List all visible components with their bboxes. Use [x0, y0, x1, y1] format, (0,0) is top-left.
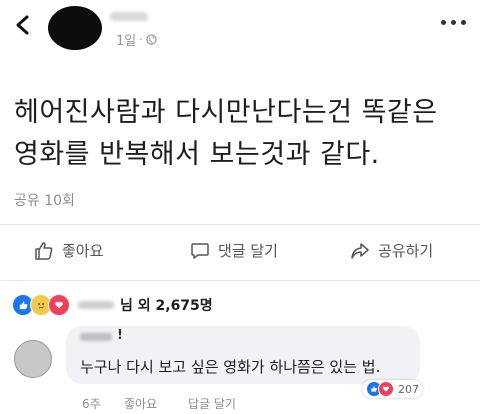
commenter-name-suffix: ! — [117, 328, 123, 343]
author-avatar[interactable] — [48, 6, 102, 50]
comment-like-link[interactable]: 좋아요 — [124, 395, 157, 412]
author-name-redacted[interactable] — [110, 12, 148, 21]
divider — [0, 280, 480, 281]
commenter-name-redacted[interactable] — [80, 333, 112, 341]
reactions-summary[interactable]: 님 외 2,675명 — [12, 294, 213, 316]
share-arrow-icon — [351, 242, 369, 259]
chevron-left-icon — [16, 15, 29, 35]
more-dot-icon — [461, 20, 466, 25]
globe-icon — [146, 34, 157, 45]
comment-reactions[interactable]: 207 — [362, 380, 423, 398]
comment-reply-link[interactable]: 답글 달기 — [188, 395, 236, 412]
post-meta: 1일 · — [116, 30, 157, 49]
post-text-line: 영화를 반복해서 보는것과 같다. — [14, 139, 380, 170]
more-options-button[interactable] — [441, 20, 466, 25]
post-text: 헤어진사람과 다시만난다는건 똑같은 영화를 반복해서 보는것과 같다. — [14, 92, 474, 176]
comment-icon — [191, 242, 209, 259]
commenter-avatar[interactable] — [14, 340, 52, 378]
back-button[interactable] — [12, 14, 34, 36]
post-time[interactable]: 1일 — [116, 30, 136, 49]
reactor-names-redacted — [78, 301, 114, 309]
comment-reaction-count: 207 — [398, 382, 419, 396]
comment-button[interactable]: 댓글 달기 — [190, 240, 278, 261]
like-label: 좋아요 — [62, 242, 104, 260]
share-button[interactable]: 공유하기 — [350, 240, 433, 261]
comment-text: 누구나 다시 보고 싶은 영화가 하나쯤은 있는 법. — [80, 358, 381, 376]
reactions-summary-text: 님 외 2,675명 — [120, 298, 213, 314]
more-dot-icon — [451, 20, 456, 25]
share-label: 공유하기 — [378, 242, 434, 260]
more-dot-icon — [441, 20, 446, 25]
like-button[interactable]: 좋아요 — [34, 240, 103, 261]
share-count[interactable]: 공유 10회 — [14, 190, 75, 210]
meta-separator: · — [139, 33, 143, 46]
comment-time: 6주 — [82, 397, 101, 411]
thumbs-up-icon — [35, 241, 53, 260]
post-text-line: 헤어진사람과 다시만난다는건 똑같은 — [14, 97, 438, 128]
comment-label: 댓글 달기 — [218, 242, 278, 260]
divider — [0, 224, 480, 225]
love-reaction-icon — [48, 294, 70, 316]
love-reaction-icon — [378, 381, 394, 397]
